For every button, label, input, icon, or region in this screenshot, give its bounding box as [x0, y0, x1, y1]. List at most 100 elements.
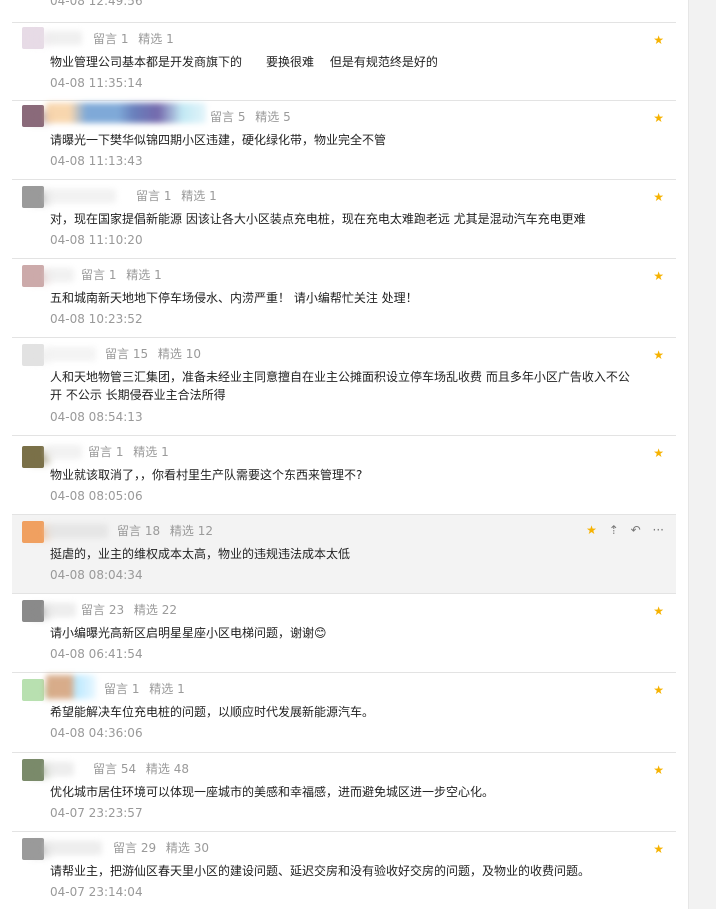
comment-stats: 留言 1 精选 1: [93, 30, 180, 47]
featured-count: 精选 5: [255, 110, 291, 124]
avatar[interactable]: [22, 838, 44, 860]
username-blurred: [46, 445, 82, 459]
comment-time: 04-08 08:04:34: [50, 568, 143, 582]
reply-count: 留言 15: [105, 347, 149, 361]
featured-count: 精选 48: [145, 762, 190, 776]
featured-count: 精选 30: [165, 841, 210, 855]
comment-row[interactable]: 留言 23 精选 22 请小编曝光高新区启明星星座小区电梯问题，谢谢😊 04-0…: [12, 594, 676, 673]
comment-stats: 留言 18 精选 12: [117, 522, 219, 539]
username-blurred: [46, 103, 206, 123]
comment-content: 请小编曝光高新区启明星星座小区电梯问题，谢谢😊: [50, 626, 327, 640]
comment-stats: 留言 1 精选 1: [104, 680, 191, 697]
comment-time: 04-08 08:05:06: [50, 489, 143, 503]
featured-count: 精选 12: [169, 524, 214, 538]
username-blurred: [46, 841, 102, 855]
username-blurred: [46, 347, 96, 361]
star-icon[interactable]: ★: [653, 190, 664, 204]
avatar[interactable]: [22, 446, 44, 468]
star-icon[interactable]: ★: [653, 763, 664, 777]
reply-icon[interactable]: ↶: [631, 523, 641, 537]
comment-time: 04-08 04:36:06: [50, 726, 143, 740]
star-icon[interactable]: ★: [653, 683, 664, 697]
reply-count: 留言 1: [104, 682, 140, 696]
scrollbar[interactable]: [688, 0, 716, 909]
comment-row[interactable]: 留言 29 精选 30 请帮业主，把游仙区春天里小区的建设问题、延迟交房和没有验…: [12, 832, 676, 911]
comment-time: 04-07 23:14:04: [50, 885, 143, 899]
star-icon[interactable]: ★: [653, 348, 664, 362]
avatar[interactable]: [22, 105, 44, 127]
comment-time: 04-07 23:23:57: [50, 806, 143, 820]
comment-stats: 留言 23 精选 22: [81, 601, 183, 618]
reply-count: 留言 1: [88, 445, 124, 459]
reply-count: 留言 23: [81, 603, 125, 617]
comment-time: 04-08 11:13:43: [50, 154, 143, 168]
comment-time: 04-08 11:10:20: [50, 233, 143, 247]
comment-row[interactable]: 留言 18 精选 12 挺虐的，业主的维权成本太高，物业的违规违法成本太低 04…: [12, 515, 676, 594]
comment-row[interactable]: 留言 1 精选 1 五和城南新天地地下停车场侵水、内涝严重！ 请小编帮忙关注 处…: [12, 259, 676, 338]
comment-row[interactable]: 留言 1 精选 1 物业管理公司基本都是开发商旗下的 要换很难 但是有规范终是好…: [12, 23, 676, 101]
comment-content: 物业就该取消了，，你看村里生产队需要这个东西来管理不?: [50, 468, 363, 482]
featured-count: 精选 1: [149, 682, 185, 696]
comment-stats: 留言 1 精选 1: [136, 187, 223, 204]
comment-content: 希望能解决车位充电桩的问题，以顺应时代发展新能源汽车。: [50, 705, 375, 719]
comment-row[interactable]: 留言 15 精选 10 人和天地物管三汇集团，准备未经业主同意擅自在业主公摊面积…: [12, 338, 676, 436]
comment-row[interactable]: 留言 5 精选 5 请曝光一下樊华似锦四期小区违建，硬化绿化带，物业完全不管 0…: [12, 101, 676, 180]
star-icon[interactable]: ★: [653, 33, 664, 47]
comment-time: 04-08 12:49:56: [50, 0, 143, 8]
featured-count: 精选 1: [181, 189, 217, 203]
username-blurred: [46, 675, 96, 699]
pin-top-icon[interactable]: ⇡: [609, 523, 619, 537]
comment-content: 物业管理公司基本都是开发商旗下的 要换很难 但是有规范终是好的: [50, 55, 438, 69]
star-icon[interactable]: ★: [586, 523, 597, 537]
avatar[interactable]: [22, 186, 44, 208]
reply-count: 留言 18: [117, 524, 161, 538]
comment-stats: 留言 1 精选 1: [81, 266, 168, 283]
star-icon[interactable]: ★: [653, 269, 664, 283]
avatar[interactable]: [22, 600, 44, 622]
reply-count: 留言 1: [136, 189, 172, 203]
username-blurred: [46, 603, 76, 617]
comment-list: 04-08 12:49:56 留言 1 精选 1 物业管理公司基本都是开发商旗下…: [12, 0, 676, 911]
comment-stats: 留言 5 精选 5: [210, 108, 297, 125]
reply-count: 留言 1: [81, 268, 117, 282]
avatar[interactable]: [22, 759, 44, 781]
comment-content: 对，现在国家提倡新能源 因该让各大小区装点充电桩，现在充电太难跑老远 尤其是混动…: [50, 212, 586, 226]
featured-count: 精选 22: [133, 603, 178, 617]
featured-count: 精选 1: [126, 268, 162, 282]
comment-row[interactable]: 留言 1 精选 1 物业就该取消了，，你看村里生产队需要这个东西来管理不? 04…: [12, 436, 676, 515]
comment-row[interactable]: 留言 1 精选 1 希望能解决车位充电桩的问题，以顺应时代发展新能源汽车。 04…: [12, 673, 676, 753]
comment-content: 挺虐的，业主的维权成本太高，物业的违规违法成本太低: [50, 547, 351, 561]
username-blurred: [46, 268, 74, 282]
comment-content: 人和天地物管三汇集团，准备未经业主同意擅自在业主公摊面积设立停车场乱收费 而且多…: [50, 370, 630, 402]
comment-row[interactable]: 留言 54 精选 48 优化城市居住环境可以体现一座城市的美感和幸福感，进而避免…: [12, 753, 676, 832]
avatar[interactable]: [22, 344, 44, 366]
comment-time: 04-08 10:23:52: [50, 312, 143, 326]
reply-count: 留言 54: [93, 762, 137, 776]
more-icon[interactable]: ···: [653, 523, 664, 537]
star-icon[interactable]: ★: [653, 842, 664, 856]
featured-count: 精选 10: [157, 347, 202, 361]
comment-time: 04-08 08:54:13: [50, 410, 143, 424]
comment-stats: 留言 1 精选 1: [88, 443, 175, 460]
reply-count: 留言 1: [93, 32, 129, 46]
username-blurred: [46, 762, 74, 776]
comment-row-partial: 04-08 12:49:56: [12, 0, 676, 23]
comment-row[interactable]: 留言 1 精选 1 对，现在国家提倡新能源 因该让各大小区装点充电桩，现在充电太…: [12, 180, 676, 259]
avatar[interactable]: [22, 265, 44, 287]
username-blurred: [46, 524, 108, 538]
star-icon[interactable]: ★: [653, 604, 664, 618]
featured-count: 精选 1: [138, 32, 174, 46]
comment-content: 优化城市居住环境可以体现一座城市的美感和幸福感，进而避免城区进一步空心化。: [50, 785, 495, 799]
comment-stats: 留言 54 精选 48: [93, 760, 195, 777]
star-icon[interactable]: ★: [653, 446, 664, 460]
comment-stats: 留言 15 精选 10: [105, 345, 207, 362]
featured-count: 精选 1: [133, 445, 169, 459]
avatar[interactable]: [22, 27, 44, 49]
comment-content: 五和城南新天地地下停车场侵水、内涝严重！ 请小编帮忙关注 处理！: [50, 291, 418, 305]
comment-content: 请曝光一下樊华似锦四期小区违建，硬化绿化带，物业完全不管: [50, 133, 387, 147]
reply-count: 留言 29: [113, 841, 157, 855]
star-icon[interactable]: ★: [653, 111, 664, 125]
avatar[interactable]: [22, 521, 44, 543]
row-actions: ★ ⇡ ↶ ···: [578, 523, 664, 537]
avatar[interactable]: [22, 679, 44, 701]
